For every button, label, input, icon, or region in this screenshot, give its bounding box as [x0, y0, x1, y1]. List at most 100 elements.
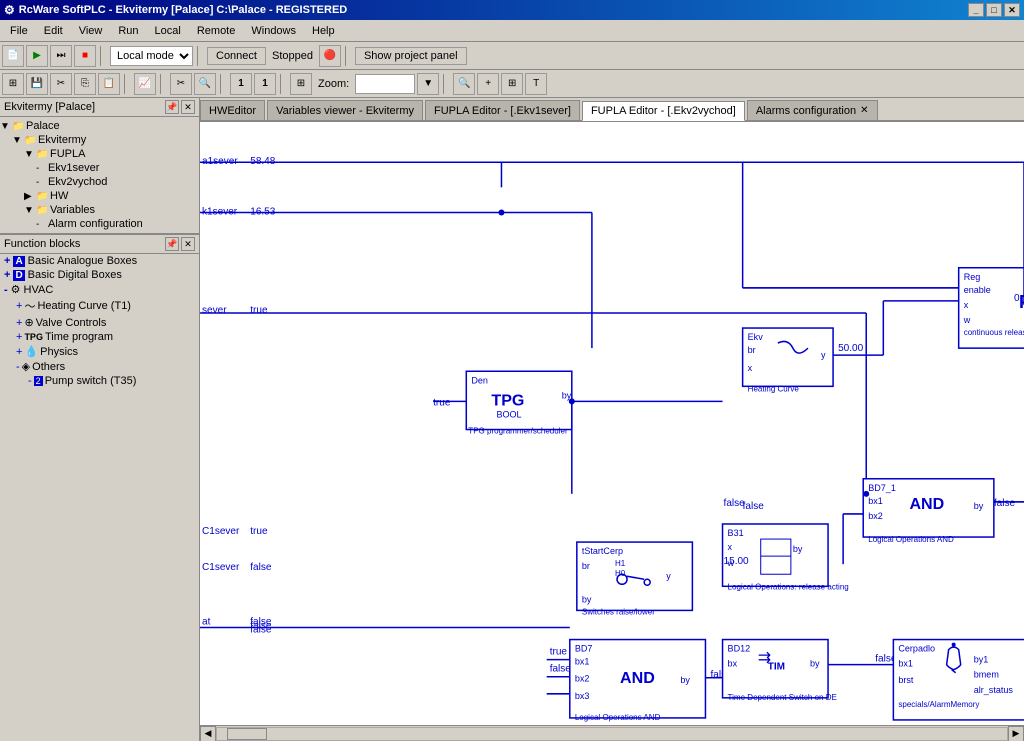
tree-fupla[interactable]: ▼ 📁 FUPLA: [0, 147, 199, 161]
play-button[interactable]: ▶: [26, 45, 48, 67]
function-blocks-panel: Function blocks 📌 ✕ + A Basic Analogue B…: [0, 234, 199, 741]
fb-valve-label: Valve Controls: [36, 317, 107, 329]
tb2-plus[interactable]: +: [477, 73, 499, 95]
tree-hw[interactable]: ▶ 📁 HW: [0, 189, 199, 203]
tb2-grid[interactable]: ⊞: [290, 73, 312, 95]
fb-time-program[interactable]: + TPG Time program: [0, 330, 199, 344]
status-label: Stopped: [268, 50, 317, 62]
toolbar-2: ⊞ 💾 ✂ ⎘ 📋 📈 ✂ 🔍 1 1 ⊞ Zoom: ▼ 🔍 + ⊞ T: [0, 70, 1024, 98]
window-controls[interactable]: _ □ ✕: [968, 3, 1020, 17]
tree-ekv1sever[interactable]: - Ekv1sever: [0, 161, 199, 175]
mode-dropdown[interactable]: Local mode: [110, 46, 193, 66]
show-panel-button[interactable]: Show project panel: [355, 47, 467, 65]
tb2-text[interactable]: T: [525, 73, 547, 95]
tab-hweditor[interactable]: HWEditor: [200, 100, 265, 120]
bd7-by: by: [680, 675, 690, 685]
horizontal-scrollbar[interactable]: ◀ ▶: [200, 725, 1024, 741]
reg-w: w: [963, 315, 971, 325]
step-button[interactable]: ⏭: [50, 45, 72, 67]
fb-heating-curve[interactable]: + 〜 Heating Curve (T1): [0, 297, 199, 315]
tstart-annotation: Switches raise/lower: [582, 607, 655, 616]
tree-close-btn[interactable]: ✕: [181, 100, 195, 114]
tree-ekv2-label: Ekv2vychod: [48, 176, 107, 188]
zoom-input[interactable]: [355, 74, 415, 94]
fb-pump-switch[interactable]: - 2 Pump switch (T35): [0, 374, 199, 388]
tb2-btn4[interactable]: ⎘: [74, 73, 96, 95]
tb2-table[interactable]: ⊞: [501, 73, 523, 95]
tree-ekv2vychod[interactable]: - Ekv2vychod: [0, 175, 199, 189]
menu-windows[interactable]: Windows: [243, 23, 304, 39]
tab-fupla-ekv1sever[interactable]: FUPLA Editor - [.Ekv1sever]: [425, 100, 580, 120]
tab-fupla-ekv2vychod[interactable]: FUPLA Editor - [.Ekv2vychod]: [582, 101, 745, 121]
zoom-label: Zoom:: [314, 78, 353, 90]
fb-hvac[interactable]: - ⚙ HVAC: [0, 282, 199, 297]
scroll-right-btn[interactable]: ▶: [1008, 726, 1024, 741]
scroll-track[interactable]: [216, 727, 1008, 741]
tree-alarm-config[interactable]: - Alarm configuration: [0, 217, 199, 231]
exp-ekv2[interactable]: -: [36, 177, 48, 188]
tab-alarms-config[interactable]: Alarms configuration ✕: [747, 100, 878, 120]
menu-edit[interactable]: Edit: [36, 23, 71, 39]
fb-basic-analogue[interactable]: + A Basic Analogue Boxes: [0, 254, 199, 268]
maximize-button[interactable]: □: [986, 3, 1002, 17]
tb2-btn3[interactable]: ✂: [50, 73, 72, 95]
scroll-left-btn[interactable]: ◀: [200, 726, 216, 741]
tb2-chart[interactable]: 📈: [134, 73, 156, 95]
tree-palace[interactable]: ▼ 📁 Palace: [0, 119, 199, 133]
tb2-search2[interactable]: 🔍: [453, 73, 475, 95]
connect-button[interactable]: Connect: [207, 47, 266, 65]
minimize-button[interactable]: _: [968, 3, 984, 17]
fb-pump-label: Pump switch (T35): [45, 375, 137, 387]
reg-name: Reg: [964, 272, 981, 282]
cerpadlo-annotation: specials/AlarmMemory: [898, 700, 979, 709]
tree-pin-btn[interactable]: 📌: [165, 100, 179, 114]
tb2-btn5[interactable]: 📋: [98, 73, 120, 95]
scroll-thumb[interactable]: [227, 728, 267, 740]
tab-close-btn[interactable]: ✕: [860, 105, 868, 116]
tb2-num2[interactable]: 1: [254, 73, 276, 95]
zoom-dropdown[interactable]: ▼: [417, 73, 439, 95]
tab-variables-viewer[interactable]: Variables viewer - Ekvitermy: [267, 100, 423, 120]
exp-ekv1[interactable]: -: [36, 163, 48, 174]
label-c1sever2: C1sever: [202, 562, 240, 573]
tree-variables[interactable]: ▼ 📁 Variables: [0, 203, 199, 217]
tree-ekvitermy[interactable]: ▼ 📁 Ekvitermy: [0, 133, 199, 147]
menu-file[interactable]: File: [2, 23, 36, 39]
tb2-cut[interactable]: ✂: [170, 73, 192, 95]
expand-palace[interactable]: ▼: [0, 121, 12, 132]
fb-analogue-label: Basic Analogue Boxes: [28, 255, 137, 267]
menu-local[interactable]: Local: [147, 23, 189, 39]
menu-view[interactable]: View: [71, 23, 111, 39]
cerpadlo-alr-status: alr_status: [974, 685, 1014, 695]
expand-fupla[interactable]: ▼: [24, 149, 36, 160]
sep6: [220, 74, 226, 94]
stop-button[interactable]: ■: [74, 45, 96, 67]
reg-x: x: [964, 300, 969, 310]
exp-hw[interactable]: ▶: [24, 191, 36, 202]
b31-x: x: [728, 542, 733, 552]
fb-pin-btn[interactable]: 📌: [165, 237, 179, 251]
fb-basic-digital[interactable]: + D Basic Digital Boxes: [0, 268, 199, 282]
fb-heating-label: Heating Curve (T1): [37, 300, 131, 312]
tb2-num1[interactable]: 1: [230, 73, 252, 95]
exp-vars[interactable]: ▼: [24, 205, 36, 216]
tb2-search[interactable]: 🔍: [194, 73, 216, 95]
val-15: 15.00: [724, 556, 750, 567]
diagram-canvas[interactable]: a1sever k1sever sever C1sever C1sever at…: [200, 122, 1024, 725]
new-button[interactable]: 📄: [2, 45, 24, 67]
menu-run[interactable]: Run: [110, 23, 146, 39]
bd7-1-name: BD7_1: [868, 483, 896, 493]
exp-alarm[interactable]: -: [36, 219, 48, 230]
b31-name: B31: [728, 528, 744, 538]
sep3: [345, 46, 351, 66]
menu-remote[interactable]: Remote: [189, 23, 244, 39]
expand-ekvitermy[interactable]: ▼: [12, 135, 24, 146]
tb2-btn1[interactable]: ⊞: [2, 73, 24, 95]
fb-physics[interactable]: + 💧 Physics: [0, 344, 199, 359]
fb-others[interactable]: - ◈ Others: [0, 359, 199, 374]
tb2-btn2[interactable]: 💾: [26, 73, 48, 95]
close-button[interactable]: ✕: [1004, 3, 1020, 17]
fb-valve-controls[interactable]: + ⊕ Valve Controls: [0, 315, 199, 330]
menu-help[interactable]: Help: [304, 23, 343, 39]
fb-close-btn[interactable]: ✕: [181, 237, 195, 251]
